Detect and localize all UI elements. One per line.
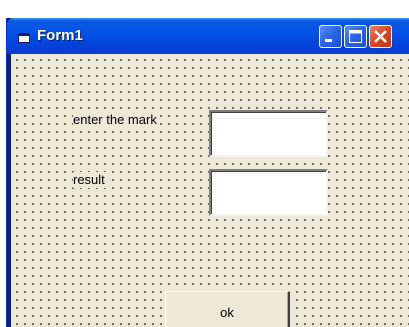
form-client-area: enter the mark result ok <box>11 54 409 327</box>
minimize-icon <box>320 34 341 51</box>
maximize-icon <box>345 30 366 51</box>
title-bar[interactable]: Form1 <box>7 18 409 54</box>
form-icon <box>18 30 30 43</box>
close-icon <box>370 30 391 51</box>
close-button[interactable] <box>369 25 392 48</box>
mark-input[interactable] <box>209 110 328 157</box>
window-title: Form1 <box>37 27 83 44</box>
minimize-button[interactable] <box>319 25 342 48</box>
form1-window: Form1 enter the mark result ok <box>6 18 409 327</box>
ok-button[interactable]: ok <box>165 291 290 327</box>
ok-button-label: ok <box>220 304 234 320</box>
mark-label: enter the mark <box>73 112 159 128</box>
result-input[interactable] <box>209 169 328 216</box>
maximize-button[interactable] <box>344 25 367 48</box>
result-label: result <box>73 172 107 188</box>
